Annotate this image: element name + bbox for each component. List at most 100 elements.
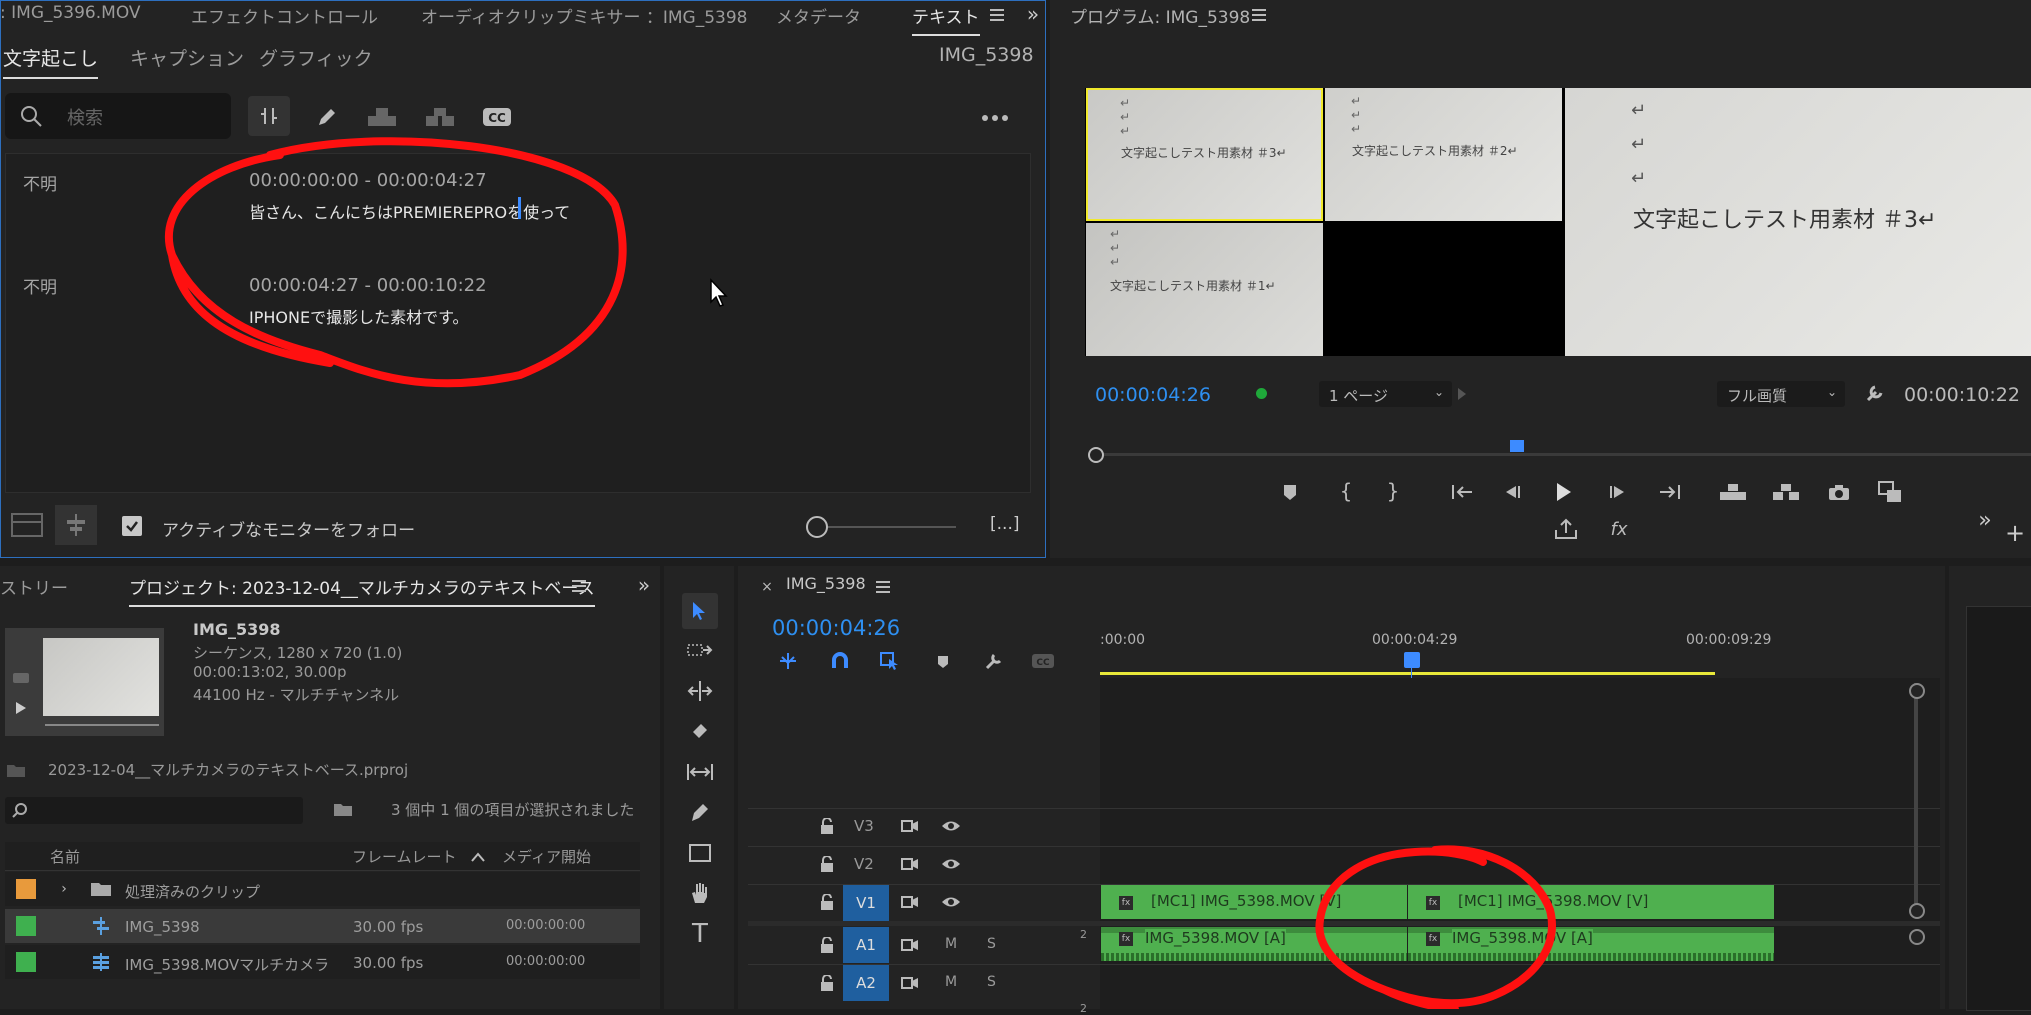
multicam-toggle-icon[interactable] — [1876, 479, 1906, 505]
panel-menu-icon[interactable] — [874, 578, 892, 596]
program-scrub-bar[interactable] — [1088, 440, 2031, 470]
panel-menu-icon[interactable] — [570, 577, 588, 595]
page-select[interactable]: 1 ページ ⌄ — [1319, 381, 1452, 407]
scroll-handle-bottom[interactable] — [1909, 903, 1925, 919]
extract-icon[interactable] — [1770, 480, 1802, 504]
add-marker-icon[interactable] — [1279, 481, 1301, 503]
export-frame-icon[interactable] — [1553, 516, 1579, 542]
razor-tool-icon[interactable] — [682, 714, 718, 748]
add-button-icon[interactable]: + — [2004, 519, 2026, 547]
insert-nest-icon[interactable] — [776, 650, 800, 672]
transcript-sequence-icon[interactable] — [9, 508, 45, 542]
tab-history[interactable]: ストリー — [0, 574, 68, 599]
lock-icon[interactable] — [818, 935, 836, 955]
go-to-in-icon[interactable] — [1449, 481, 1475, 503]
more-options-icon[interactable] — [980, 108, 1010, 128]
subtab-graphics[interactable]: グラフィック — [259, 44, 373, 71]
toggle-sync-lock-icon[interactable] — [900, 936, 920, 954]
eye-icon[interactable] — [940, 894, 962, 910]
track-name-a1[interactable]: A1 — [843, 927, 889, 963]
lock-icon[interactable] — [818, 854, 836, 874]
captions-icon[interactable]: CC — [1030, 652, 1056, 670]
zoom-slider-handle[interactable] — [806, 516, 828, 538]
lock-icon[interactable] — [818, 892, 836, 912]
tab-text[interactable]: テキスト — [912, 3, 980, 36]
ripple-edit-tool-icon[interactable] — [682, 674, 718, 708]
mark-out-icon[interactable]: } — [1382, 479, 1404, 503]
snap-icon[interactable] — [828, 650, 852, 672]
tab-source-clip[interactable]: : IMG_5396.MOV — [0, 3, 141, 23]
project-row[interactable]: IMG_5398 30.00 fps 00:00:00:00 — [5, 909, 640, 943]
playhead-marker[interactable] — [1510, 440, 1524, 452]
label-color[interactable] — [16, 952, 36, 972]
time-ruler[interactable]: :00:00 00:00:04:29 00:00:09:29 — [1100, 628, 1940, 678]
track-name-v2[interactable]: V2 — [854, 855, 874, 873]
lift-icon[interactable] — [1717, 480, 1749, 504]
project-search-input[interactable] — [5, 797, 303, 824]
column-header-name[interactable]: 名前 — [50, 846, 80, 867]
multicam-angle-1[interactable]: ↵ ↵ ↵ 文字起こしテスト用素材 ＃1↵ — [1086, 223, 1323, 356]
play-icon[interactable] — [13, 700, 29, 716]
track-name-v3[interactable]: V3 — [854, 817, 874, 835]
multicam-angle-2[interactable]: ↵ ↵ ↵ 文字起こしテスト用素材 ＃2↵ — [1325, 88, 1562, 221]
pencil-icon[interactable] — [314, 104, 340, 130]
track-name-v1[interactable]: V1 — [843, 885, 889, 921]
program-timecode[interactable]: 00:00:04:26 — [1095, 384, 1211, 406]
mark-in-icon[interactable]: { — [1335, 479, 1357, 503]
thumbnail-scrub[interactable] — [45, 724, 159, 726]
lock-icon[interactable] — [818, 973, 836, 993]
more-button[interactable]: [...] — [990, 514, 1019, 534]
overflow-chevron-icon[interactable]: » — [1975, 508, 1995, 533]
eye-icon[interactable] — [940, 856, 962, 872]
cc-icon[interactable]: CC — [482, 106, 512, 128]
slip-tool-icon[interactable] — [682, 755, 718, 789]
timeline-tab[interactable]: IMG_5398 — [786, 574, 866, 593]
solo-button[interactable]: S — [987, 974, 996, 990]
quality-select[interactable]: フル画質 ⌄ — [1717, 381, 1845, 407]
track-name-a2[interactable]: A2 — [843, 965, 889, 1001]
column-header-frame-rate[interactable]: フレームレート — [352, 846, 457, 867]
search-field[interactable]: 検索 — [5, 93, 231, 139]
hand-tool-icon[interactable] — [682, 876, 718, 910]
subtab-transcript[interactable]: 文字起こし — [3, 44, 99, 79]
play-icon[interactable] — [1552, 479, 1576, 505]
merge-segments-icon[interactable] — [366, 104, 398, 130]
label-color[interactable] — [16, 879, 36, 899]
scroll-handle-top[interactable] — [1909, 683, 1925, 699]
scroll-handle-audio[interactable] — [1909, 929, 1925, 945]
zoom-slider[interactable] — [806, 516, 956, 538]
wrench-icon[interactable] — [1862, 380, 1888, 406]
multicam-angle-3[interactable]: ↵ ↵ ↵ 文字起こしテスト用素材 ＃3↵ — [1086, 88, 1323, 221]
pen-tool-icon[interactable] — [682, 795, 718, 829]
panel-menu-icon[interactable] — [1250, 6, 1268, 24]
mute-button[interactable]: M — [945, 974, 957, 990]
tab-effect-controls[interactable]: エフェクトコントロール — [191, 3, 378, 28]
lock-icon[interactable] — [818, 816, 836, 836]
clip-thumbnail[interactable] — [5, 628, 164, 736]
panel-menu-icon[interactable] — [988, 6, 1006, 24]
linked-selection-icon[interactable] — [877, 650, 903, 672]
step-back-icon[interactable] — [1500, 481, 1524, 503]
split-segment-button[interactable] — [248, 96, 290, 136]
find-bin-icon[interactable] — [332, 798, 354, 820]
column-header-media-start[interactable]: メディア開始 — [502, 846, 591, 867]
sort-ascending-icon[interactable] — [470, 850, 486, 864]
follow-monitor-checkbox[interactable] — [122, 516, 142, 536]
timeline-settings-wrench-icon[interactable] — [982, 650, 1006, 672]
vertical-scrollbar[interactable] — [1914, 683, 1918, 911]
eye-icon[interactable] — [940, 818, 962, 834]
fx-icon[interactable]: fx — [1606, 516, 1632, 542]
toggle-sync-lock-icon[interactable] — [900, 974, 920, 992]
go-to-out-icon[interactable] — [1657, 481, 1683, 503]
track-select-tool-icon[interactable] — [682, 634, 718, 668]
tab-metadata[interactable]: メタデータ — [776, 3, 861, 28]
mute-button[interactable]: M — [945, 936, 957, 952]
chevron-right-icon[interactable]: › — [57, 880, 71, 898]
project-row[interactable]: › 処理済みのクリップ — [5, 872, 640, 906]
project-row[interactable]: IMG_5398.MOVマルチカメラ 30.00 fps 00:00:00:00 — [5, 945, 640, 979]
work-area-bar[interactable] — [1100, 672, 1715, 675]
play-triangle-icon[interactable] — [1455, 384, 1469, 404]
overflow-chevron-icon[interactable]: » — [634, 573, 654, 597]
overflow-chevron-icon[interactable]: » — [1024, 2, 1042, 26]
subtab-captions[interactable]: キャプション — [130, 44, 244, 71]
